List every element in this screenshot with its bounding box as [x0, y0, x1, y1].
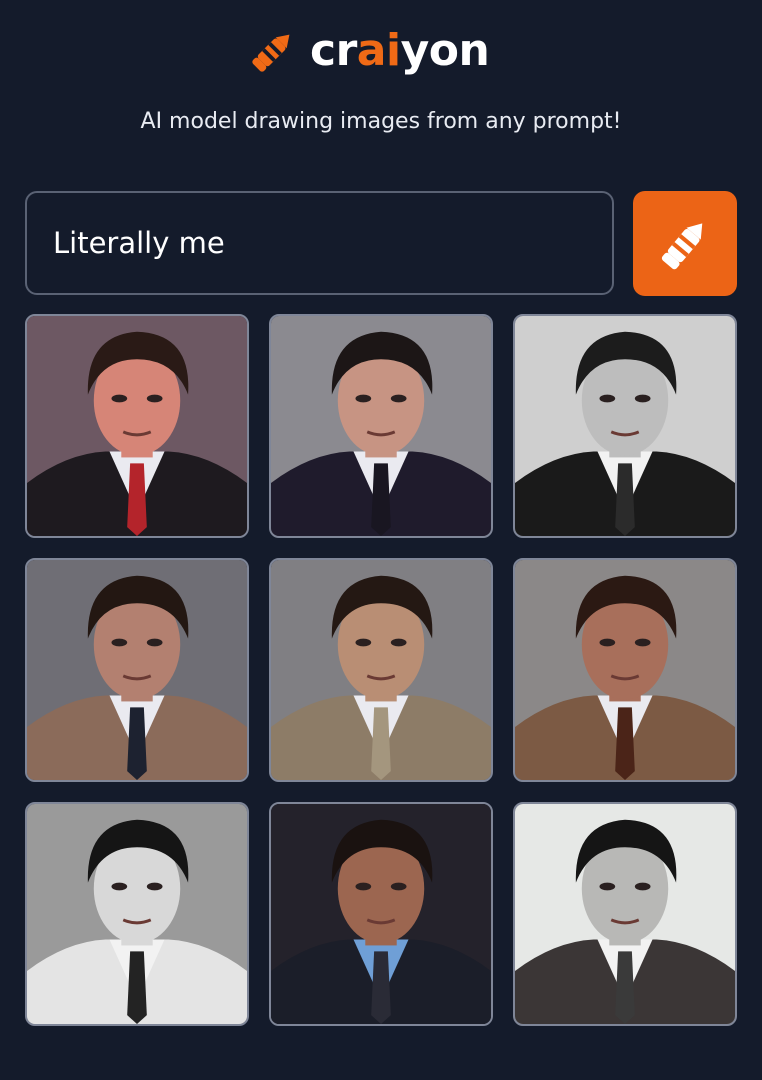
portrait-image [271, 560, 491, 780]
brand-name: craiyon [310, 29, 490, 73]
result-image[interactable] [25, 314, 249, 538]
header: craiyon [0, 18, 762, 88]
portrait-image [515, 804, 735, 1024]
portrait-image [515, 560, 735, 780]
result-image[interactable] [269, 802, 493, 1026]
portrait-image [271, 316, 491, 536]
prompt-input-value: Literally me [53, 225, 225, 260]
portrait-image [271, 804, 491, 1024]
result-image[interactable] [269, 314, 493, 538]
crayon-icon [661, 222, 703, 269]
crayon-icon [252, 34, 290, 72]
result-image[interactable] [513, 802, 737, 1026]
portrait-image [27, 316, 247, 536]
result-image[interactable] [513, 558, 737, 782]
brand-name-suffix: yon [400, 25, 490, 76]
prompt-input[interactable]: Literally me [25, 191, 614, 295]
brand-name-prefix: cr [310, 25, 357, 76]
results-grid [25, 314, 737, 1026]
result-image[interactable] [25, 802, 249, 1026]
craiyon-logo[interactable]: craiyon [244, 22, 490, 80]
portrait-image [27, 560, 247, 780]
result-image[interactable] [25, 558, 249, 782]
brand-name-accent: ai [356, 25, 401, 76]
portrait-image [515, 316, 735, 536]
result-image[interactable] [513, 314, 737, 538]
result-image[interactable] [269, 558, 493, 782]
draw-button[interactable] [633, 191, 737, 296]
portrait-image [27, 804, 247, 1024]
tagline: AI model drawing images from any prompt! [140, 109, 622, 134]
